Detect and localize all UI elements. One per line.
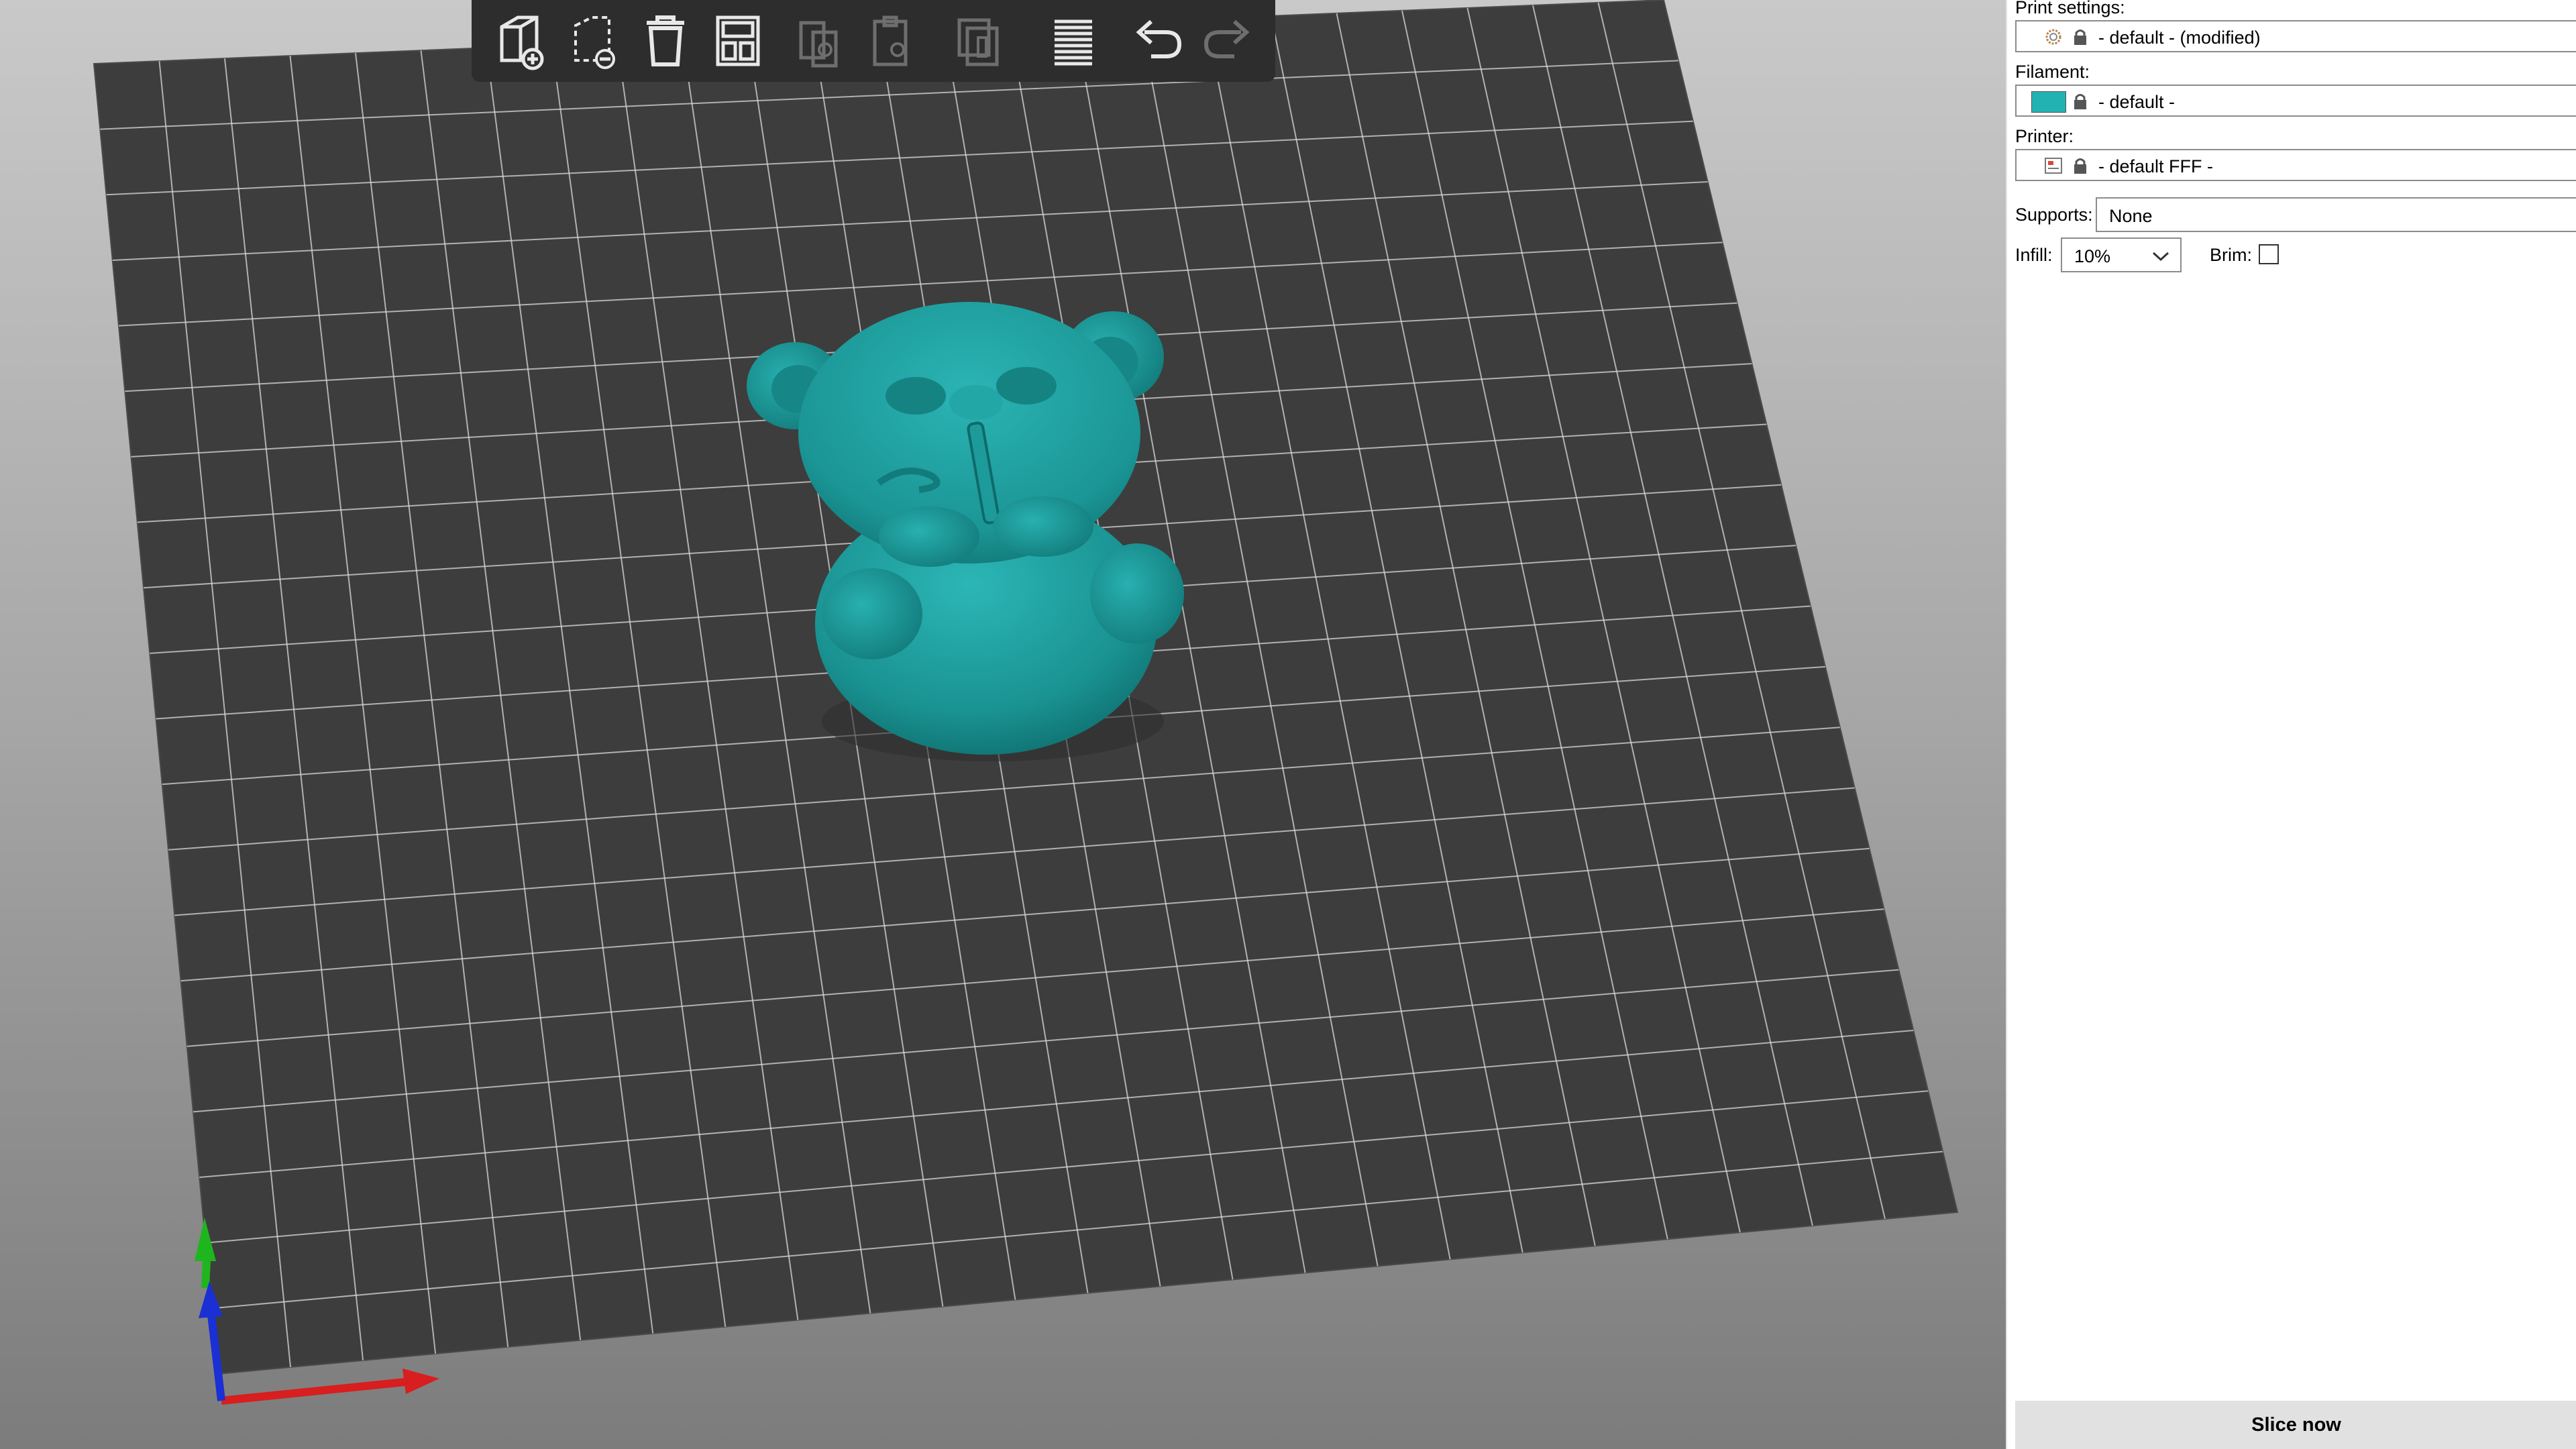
delete-button[interactable]	[561, 8, 625, 72]
print-settings-label: Print settings:	[2015, 0, 2125, 17]
layers-icon	[1055, 19, 1092, 66]
paste-icon	[873, 15, 908, 66]
filament-color-swatch	[2031, 91, 2066, 113]
supports-label: Supports:	[2015, 205, 2093, 225]
infill-select[interactable]: 10%	[2061, 237, 2182, 272]
x-axis	[221, 1378, 407, 1405]
infill-label: Infill:	[2015, 245, 2053, 265]
printer-value: - default FFF -	[2098, 156, 2214, 176]
arrange-button[interactable]	[706, 8, 770, 72]
delete-all-icon	[647, 15, 684, 66]
copy-icon	[799, 21, 838, 68]
bear-left-arm	[879, 506, 979, 567]
lock-icon	[2074, 94, 2086, 109]
gear-icon	[2045, 29, 2061, 45]
delete-all-button[interactable]	[633, 8, 698, 72]
supports-value: None	[2109, 206, 2153, 226]
add-instance-button[interactable]	[945, 8, 1009, 72]
printer-icon	[2045, 158, 2062, 174]
brim-checkbox[interactable]	[2259, 244, 2279, 264]
delete-selection-icon	[574, 16, 615, 69]
copy-button[interactable]	[786, 8, 851, 72]
top-toolbar	[472, 0, 1275, 82]
bear-right-foot	[1090, 543, 1184, 644]
add-button[interactable]	[488, 8, 553, 72]
filament-combo[interactable]: - default -	[2015, 85, 2576, 117]
bear-left-foot	[822, 568, 922, 659]
x-axis-arrow-icon	[402, 1368, 439, 1394]
arrange-icon	[716, 15, 760, 66]
printer-label: Printer:	[2015, 126, 2074, 146]
bear-left-eye	[885, 377, 946, 415]
redo-icon	[1203, 19, 1250, 58]
layers-button[interactable]	[1041, 8, 1106, 72]
brim-label: Brim:	[2210, 245, 2252, 265]
settings-sidebar: Print settings: - default - (modified) F…	[2006, 0, 2576, 1449]
lock-icon	[2074, 30, 2086, 45]
bear-right-eye	[996, 367, 1057, 405]
supports-select[interactable]: None	[2096, 197, 2576, 232]
chevron-down-icon	[2152, 252, 2169, 262]
slice-now-button[interactable]: Slice now	[2015, 1401, 2576, 1449]
redo-button[interactable]	[1197, 8, 1261, 72]
bear-muzzle	[949, 385, 1003, 420]
y-axis	[201, 1260, 211, 1289]
bear-right-arm	[993, 496, 1093, 557]
print-settings-value: - default - (modified)	[2098, 28, 2261, 48]
filament-value: - default -	[2098, 92, 2176, 112]
add-instance-icon	[957, 18, 999, 66]
lock-icon	[2074, 158, 2086, 174]
printer-combo[interactable]: - default FFF -	[2015, 149, 2576, 181]
3d-viewport[interactable]	[0, 0, 2006, 1449]
undo-button[interactable]	[1124, 8, 1189, 72]
infill-value: 10%	[2074, 246, 2111, 266]
paste-button[interactable]	[859, 8, 923, 72]
add-object-icon	[500, 15, 544, 70]
print-settings-combo[interactable]: - default - (modified)	[2015, 20, 2576, 52]
3d-scene[interactable]	[0, 0, 2006, 1449]
undo-icon	[1136, 19, 1182, 58]
filament-label: Filament:	[2015, 62, 2090, 82]
